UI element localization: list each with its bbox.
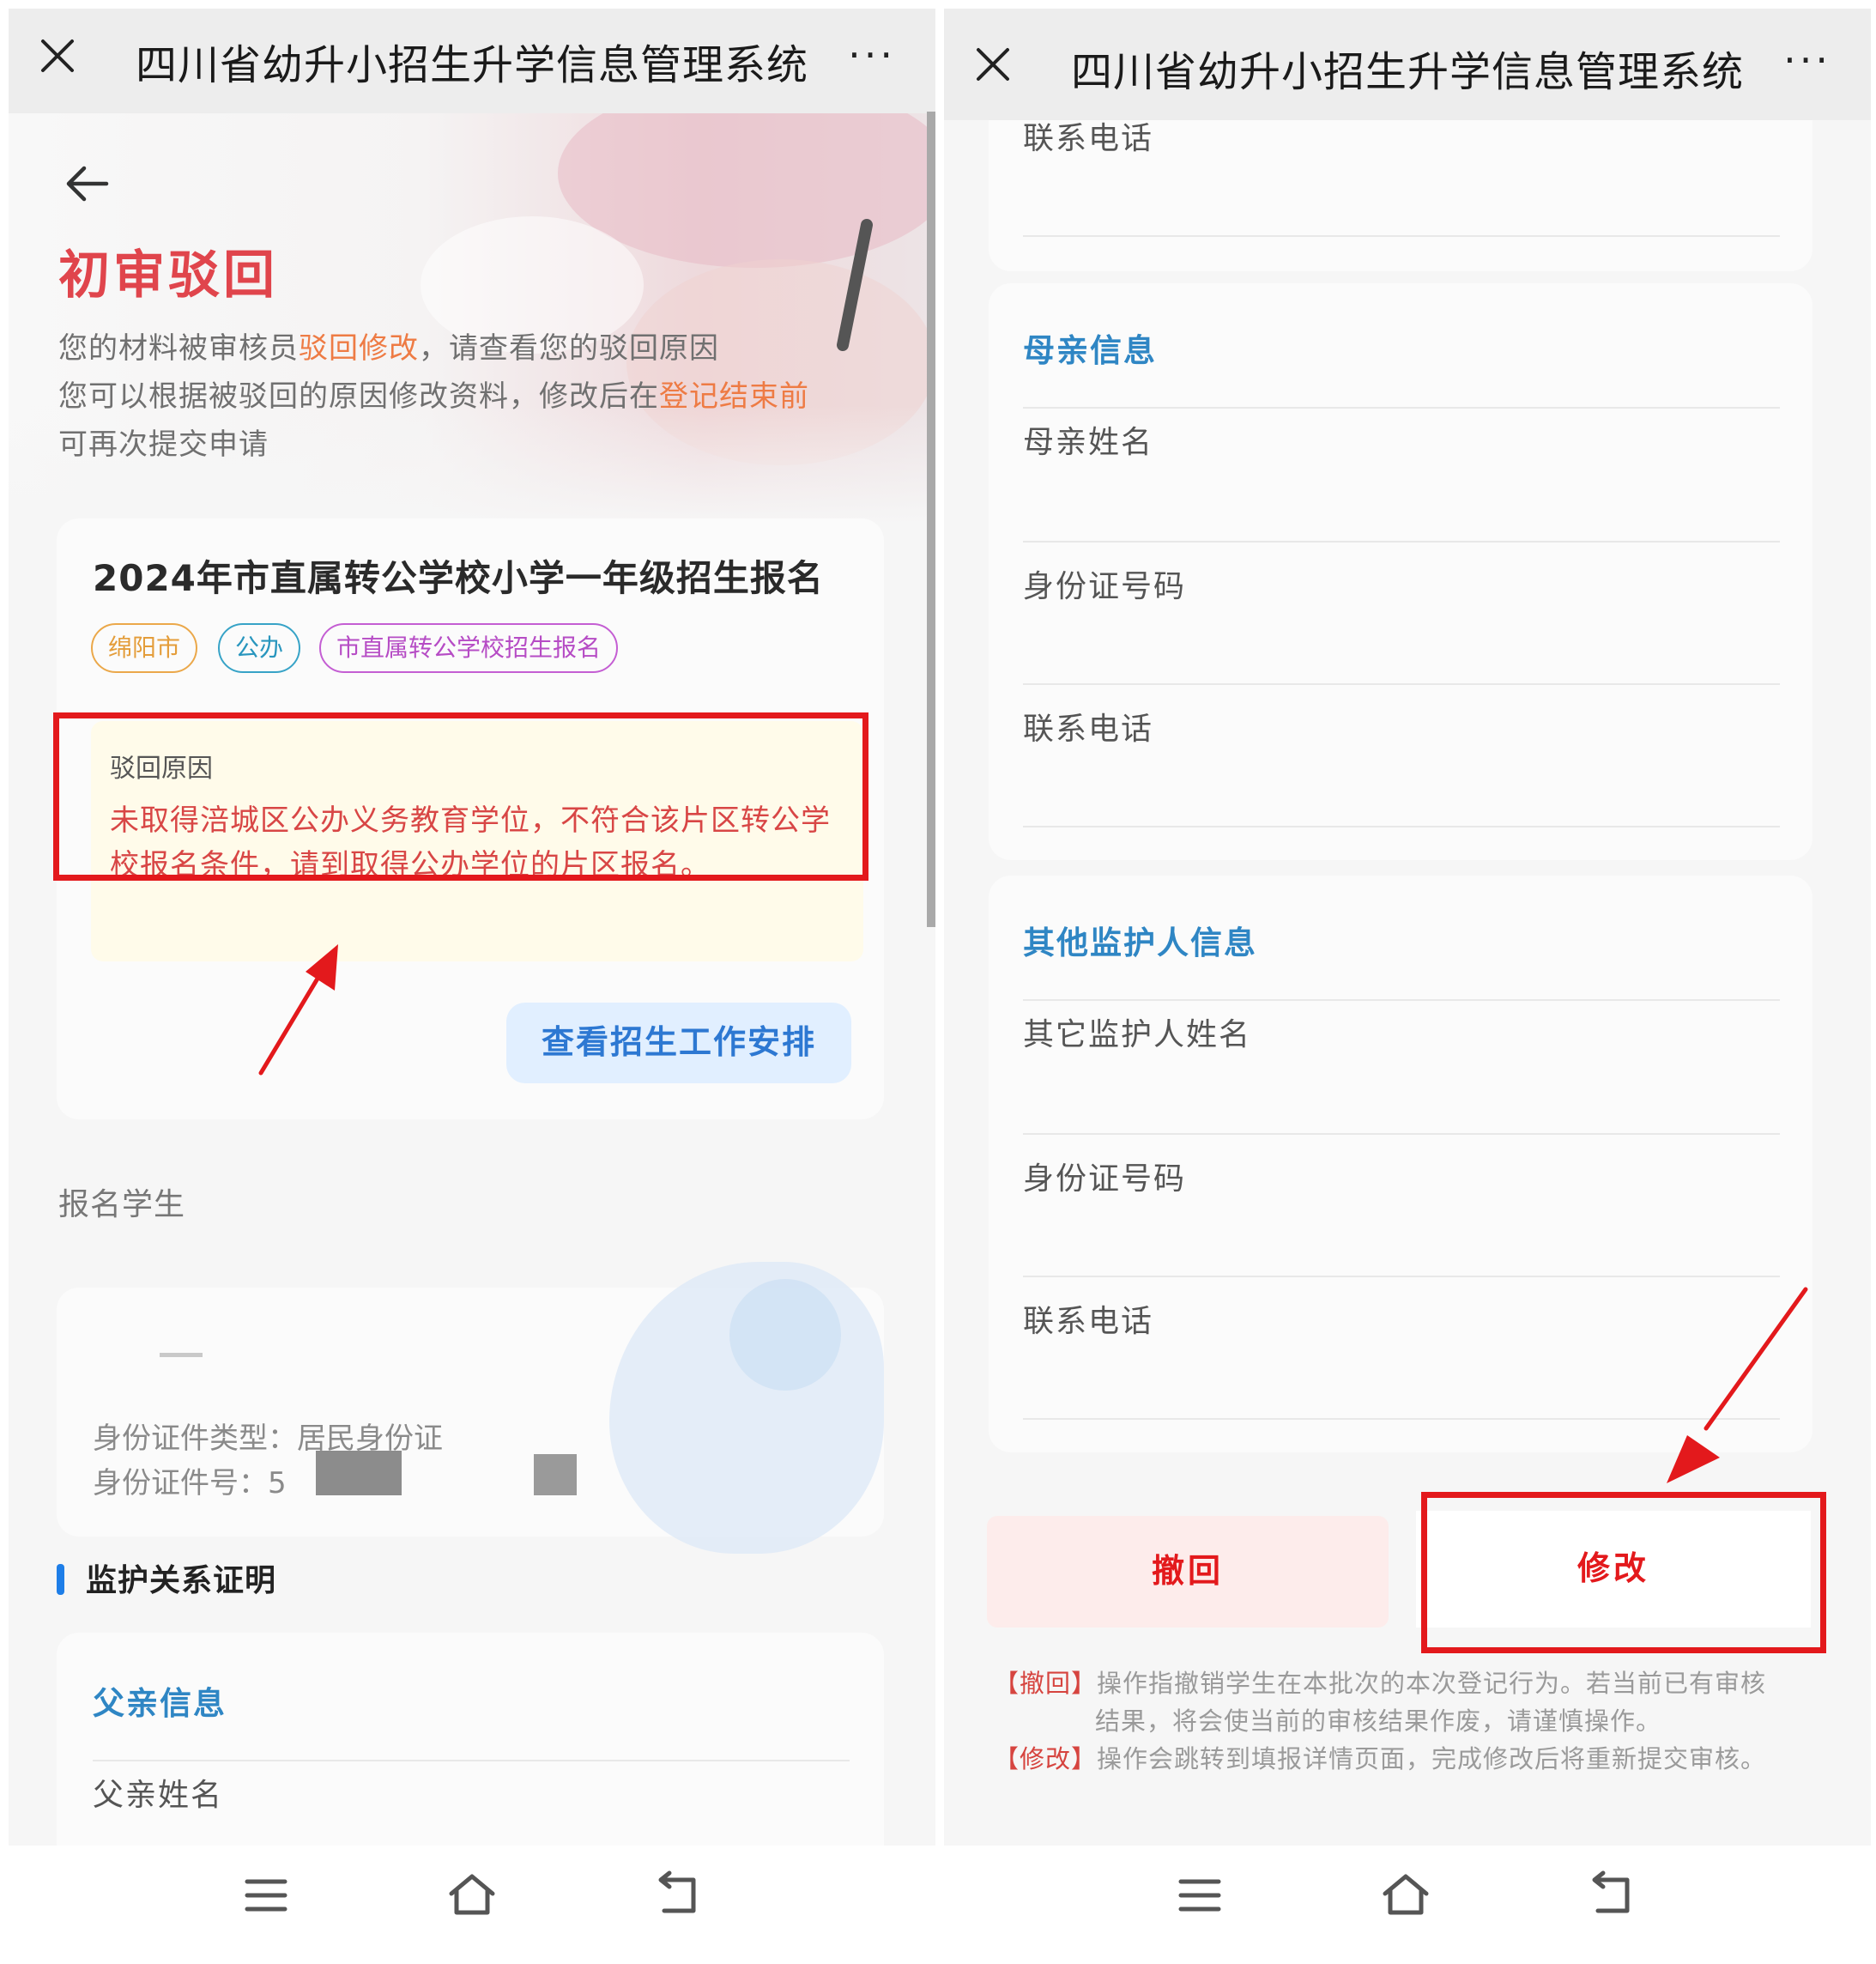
mother-info-header: 母亲信息 xyxy=(1023,332,1157,369)
annotation-highlight-frame xyxy=(53,712,868,881)
status-description-line-3: 可再次提交申请 xyxy=(58,427,269,462)
avatar-placeholder-icon xyxy=(729,1279,841,1391)
more-options-icon[interactable]: ··· xyxy=(1783,40,1831,80)
guardian-section-title: 监护关系证明 xyxy=(86,1563,277,1598)
status-title: 初审驳回 xyxy=(58,246,278,306)
section-accent-bar xyxy=(57,1564,64,1595)
more-options-icon[interactable]: ··· xyxy=(848,35,896,75)
view-schedule-button[interactable]: 查看招生工作安排 xyxy=(506,1003,851,1083)
mother-phone-field[interactable]: 联系电话 xyxy=(1023,704,1153,749)
tag-public: 公办 xyxy=(218,623,301,673)
modify-note: 【修改】操作会跳转到填报详情页面，完成修改后将重新提交审核。 xyxy=(994,1744,1767,1773)
other-guardian-name-field[interactable]: 其它监护人姓名 xyxy=(1023,1009,1251,1054)
registration-title: 2024年市直属转公学校小学一年级招生报名 xyxy=(93,557,824,599)
menu-icon[interactable] xyxy=(1174,1870,1225,1921)
divider xyxy=(1023,683,1780,685)
status-description-line-2: 您可以根据被驳回的原因修改资料，修改后在登记结束前 xyxy=(58,379,809,414)
app-title: 四川省幼升小招生升学信息管理系统 xyxy=(135,41,808,89)
other-guardian-header: 其他监护人信息 xyxy=(1023,924,1257,961)
annotation-arrow-icon xyxy=(258,944,338,1076)
tag-category: 市直属转公学校招生报名 xyxy=(319,623,619,673)
divider xyxy=(1023,407,1780,409)
scrollbar[interactable] xyxy=(927,112,935,927)
title-bar: 四川省幼升小招生升学信息管理系统 ··· xyxy=(944,9,1871,120)
divider xyxy=(1023,541,1780,543)
father-name-field[interactable]: 父亲姓名 xyxy=(93,1770,223,1815)
student-name-redacted xyxy=(160,1353,203,1357)
father-info-header: 父亲信息 xyxy=(93,1685,227,1722)
annotation-highlight-frame xyxy=(1421,1492,1826,1653)
back-arrow-icon[interactable] xyxy=(62,158,113,209)
divider xyxy=(1023,1133,1780,1135)
title-bar: 四川省幼升小招生升学信息管理系统 ··· xyxy=(9,9,935,113)
divider xyxy=(1023,826,1780,827)
mother-id-field[interactable]: 身份证号码 xyxy=(1023,561,1186,606)
menu-icon[interactable] xyxy=(240,1870,292,1921)
withdraw-button[interactable]: 撤回 xyxy=(987,1516,1389,1628)
pen-illustration-icon xyxy=(837,219,873,351)
app-title: 四川省幼升小招生升学信息管理系统 xyxy=(1070,48,1744,96)
withdraw-note-line-2: 结果，将会使当前的审核结果作废，请谨慎操作。 xyxy=(1095,1706,1662,1736)
other-guardian-id-field[interactable]: 身份证号码 xyxy=(1023,1154,1186,1198)
id-redaction-mask xyxy=(316,1451,402,1495)
student-section-label: 报名学生 xyxy=(58,1187,186,1222)
divider xyxy=(1023,235,1780,237)
home-icon[interactable] xyxy=(446,1870,498,1921)
id-redaction-mask xyxy=(534,1454,577,1495)
withdraw-note-line-1: 【撤回】操作指撤销学生在本批次的本次登记行为。若当前已有审核 xyxy=(994,1669,1767,1698)
tag-city: 绵阳市 xyxy=(91,623,198,673)
other-guardian-phone-field[interactable]: 联系电话 xyxy=(1023,1296,1153,1341)
home-icon[interactable] xyxy=(1380,1870,1431,1921)
divider xyxy=(1023,999,1780,1001)
status-description-line-1: 您的材料被审核员驳回修改，请查看您的驳回原因 xyxy=(58,331,719,366)
back-nav-icon[interactable] xyxy=(652,1870,704,1921)
divider xyxy=(93,1760,850,1761)
back-nav-icon[interactable] xyxy=(1586,1870,1637,1921)
annotation-arrow-icon xyxy=(1667,1287,1808,1483)
id-number-row: 身份证件号：5 xyxy=(93,1466,287,1500)
divider xyxy=(1023,1276,1780,1277)
mother-name-field[interactable]: 母亲姓名 xyxy=(1023,417,1153,462)
left-screen: 四川省幼升小招生升学信息管理系统 ··· 初审驳回 您的材料被审核员驳回修改，请… xyxy=(9,9,935,1846)
hero-banner xyxy=(9,113,935,525)
